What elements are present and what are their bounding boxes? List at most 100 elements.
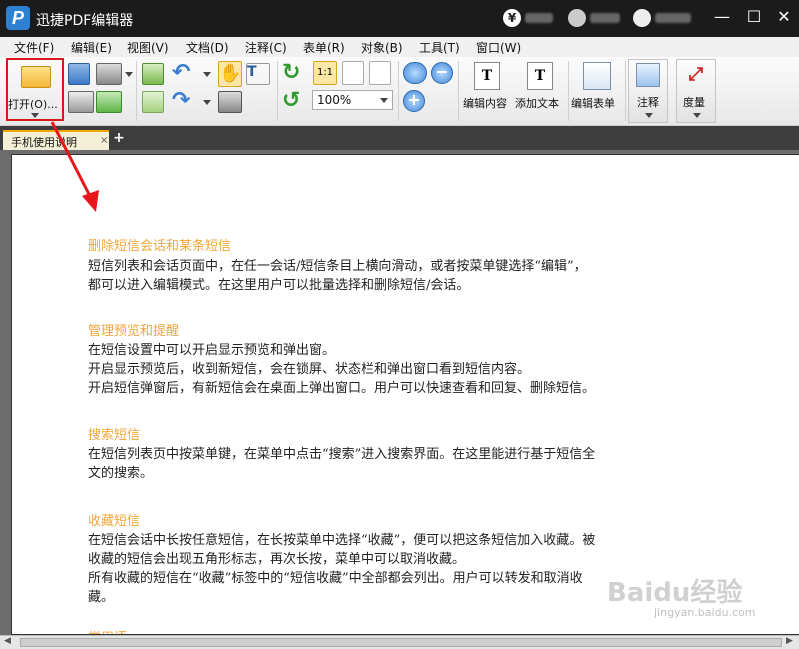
add-text-button[interactable]: T 添加文本 xyxy=(514,59,566,121)
edit-form-label: 编辑表单 xyxy=(571,97,615,110)
edit-form-button[interactable]: 编辑表单 xyxy=(571,59,623,121)
close-button[interactable]: ✕ xyxy=(771,6,797,28)
menu-document[interactable]: 文档(D) xyxy=(186,39,229,56)
chevron-down-icon xyxy=(693,113,701,118)
folder-icon xyxy=(21,66,51,88)
app-logo-icon: P xyxy=(6,6,30,30)
new-tab-button[interactable]: + xyxy=(112,129,126,147)
user-icon xyxy=(633,9,651,27)
document-tab-strip: 手机使用说明 × + xyxy=(0,126,799,150)
section-title: 删除短信会话和某条短信 xyxy=(88,239,232,254)
toolbar-separator xyxy=(136,61,137,121)
undo-icon[interactable]: ↶ xyxy=(172,62,200,85)
redo-icon[interactable]: ↷ xyxy=(172,90,200,113)
edit-content-button[interactable]: T 编辑内容 xyxy=(461,59,513,121)
title-bar: P 迅捷PDF编辑器 ¥ — ☐ ✕ xyxy=(0,0,799,37)
user-account[interactable] xyxy=(568,9,620,27)
body-text: 所有收藏的短信在“收藏”标签中的“短信收藏”中全部都会列出。用户可以转发和取消收 xyxy=(88,571,583,586)
body-text: 短信列表和会话页面中，在任一会话/短信条目上横向滑动，或者按菜单键选择“编辑”， xyxy=(88,259,587,274)
menu-edit[interactable]: 编辑(E) xyxy=(71,39,112,56)
rotate-clockwise-icon[interactable]: ↻ xyxy=(282,62,304,84)
print-icon[interactable] xyxy=(68,91,94,113)
page-export-icon[interactable] xyxy=(142,91,164,113)
actual-size-icon[interactable]: 1:1 xyxy=(313,61,337,85)
annotate-icon xyxy=(636,63,660,87)
currency-icon: ¥ xyxy=(503,9,521,27)
page-import-icon[interactable] xyxy=(142,63,164,85)
zoom-value: 100% xyxy=(317,93,352,107)
open-button[interactable]: 打开(O)... xyxy=(6,58,64,121)
menu-object[interactable]: 对象(B) xyxy=(361,39,403,56)
redo-dropdown-icon[interactable] xyxy=(203,100,211,105)
add-text-icon: T xyxy=(527,62,553,90)
tab-close-icon[interactable]: × xyxy=(100,135,108,146)
menu-file[interactable]: 文件(F) xyxy=(14,39,54,56)
section-title: 常用语 xyxy=(88,627,127,634)
chevron-down-icon xyxy=(645,113,653,118)
scanner-icon[interactable] xyxy=(96,63,122,85)
hand-tool-icon[interactable]: ✋ xyxy=(218,61,242,87)
toolbar-separator xyxy=(625,61,626,121)
fit-width-icon[interactable] xyxy=(369,61,391,85)
measure-icon: ⤢ xyxy=(688,64,704,85)
menu-comment[interactable]: 注释(C) xyxy=(245,39,287,56)
measure-button[interactable]: ⤢ 度量 xyxy=(676,59,716,123)
scanner-dropdown-icon[interactable] xyxy=(125,72,133,77)
body-text: 藏。 xyxy=(88,590,115,605)
vip-redacted xyxy=(655,13,691,23)
body-text: 在短信会话中长按任意短信，在长按菜单中选择“收藏”，便可以把这条短信加入收藏。被 xyxy=(88,533,596,548)
zoom-in-region-icon[interactable] xyxy=(403,62,427,84)
pdf-page[interactable]: 删除短信会话和某条短信 短信列表和会话页面中，在任一会话/短信条目上横向滑动，或… xyxy=(11,154,799,635)
scrollbar-thumb[interactable] xyxy=(20,638,782,647)
zoom-out-icon[interactable]: − xyxy=(431,62,453,84)
snapshot-icon[interactable] xyxy=(218,91,242,113)
balance-redacted xyxy=(525,13,553,23)
add-text-label: 添加文本 xyxy=(515,97,559,110)
body-text: 都可以进入编辑模式。在这里用户可以批量选择和删除短信/会话。 xyxy=(88,278,470,293)
avatar-icon xyxy=(568,9,586,27)
toolbar-separator xyxy=(277,61,278,121)
username-redacted xyxy=(590,13,620,23)
section-title: 管理预览和提醒 xyxy=(88,324,180,339)
annotate-button[interactable]: 注释 xyxy=(628,59,668,123)
save-icon[interactable] xyxy=(68,63,90,85)
open-label: 打开(O)... xyxy=(8,98,58,111)
zoom-in-icon[interactable]: + xyxy=(403,90,425,112)
minimize-button[interactable]: — xyxy=(709,6,735,28)
fit-page-icon[interactable] xyxy=(342,61,364,85)
scroll-left-icon[interactable]: ◀ xyxy=(4,636,11,646)
section-title: 搜索短信 xyxy=(88,428,141,443)
rotate-counterclockwise-icon[interactable]: ↺ xyxy=(282,90,304,112)
document-viewport[interactable]: 删除短信会话和某条短信 短信列表和会话页面中，在任一会话/短信条目上横向滑动，或… xyxy=(0,150,799,635)
undo-dropdown-icon[interactable] xyxy=(203,72,211,77)
vip-account[interactable] xyxy=(633,9,691,27)
menu-view[interactable]: 视图(V) xyxy=(127,39,169,56)
zoom-select[interactable]: 100% xyxy=(312,90,393,110)
menu-tools[interactable]: 工具(T) xyxy=(419,39,460,56)
select-text-icon[interactable]: T xyxy=(246,63,270,85)
watermark: Baidu经验 xyxy=(607,578,743,608)
toolbar: 打开(O)... ↶ ↷ ✋ T ↻ ↺ 1:1 100% − + T 编辑内容… xyxy=(0,57,799,126)
section-title: 收藏短信 xyxy=(88,514,141,529)
annotate-label: 注释 xyxy=(637,96,659,109)
email-icon[interactable] xyxy=(96,91,122,113)
body-text: 开启显示预览后，收到新短信，会在锁屏、状态栏和弹出窗口看到短信内容。 xyxy=(88,362,531,377)
body-text: 开启短信弹窗后，有新短信会在桌面上弹出窗口。用户可以快速查看和回复、删除短信。 xyxy=(88,381,596,396)
horizontal-scrollbar[interactable]: ◀ ▶ xyxy=(0,635,799,649)
chevron-down-icon xyxy=(31,113,39,118)
app-window: P 迅捷PDF编辑器 ¥ — ☐ ✕ 文件(F) 编辑(E) 视图(V) 文档(… xyxy=(0,0,799,649)
chevron-down-icon xyxy=(380,98,388,103)
toolbar-separator xyxy=(568,61,569,121)
maximize-button[interactable]: ☐ xyxy=(741,6,767,28)
app-title: 迅捷PDF编辑器 xyxy=(36,13,134,29)
body-text: 在短信列表页中按菜单键，在菜单中点击“搜索”进入搜索界面。在这里能进行基于短信全 xyxy=(88,447,596,462)
tab-document[interactable]: 手机使用说明 × xyxy=(3,130,109,150)
edit-content-icon: T xyxy=(474,62,500,90)
scroll-right-icon[interactable]: ▶ xyxy=(786,636,793,646)
toolbar-separator xyxy=(398,61,399,121)
menu-window[interactable]: 窗口(W) xyxy=(476,39,521,56)
toolbar-separator xyxy=(458,61,459,121)
account-balance[interactable]: ¥ xyxy=(503,9,553,27)
menu-form[interactable]: 表单(R) xyxy=(303,39,345,56)
body-text: 在短信设置中可以开启显示预览和弹出窗。 xyxy=(88,343,336,358)
